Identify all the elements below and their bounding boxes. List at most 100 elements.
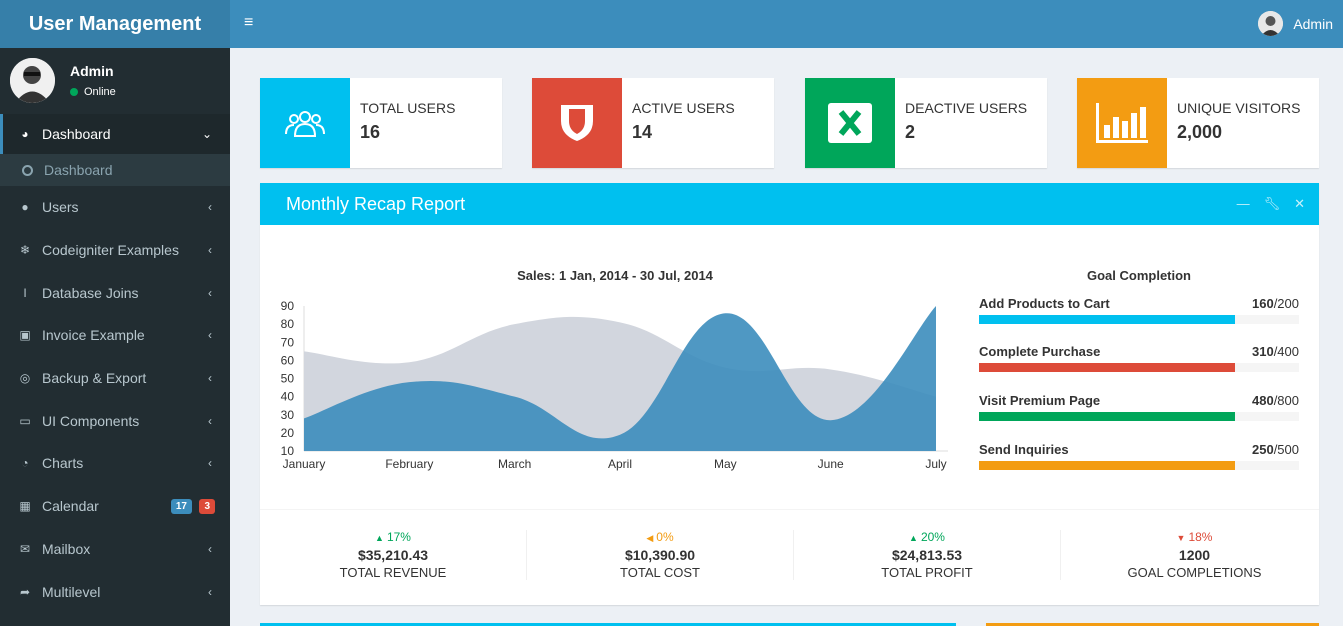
sidebar-user-name: Admin — [70, 63, 114, 79]
goal-total: /500 — [1273, 442, 1299, 457]
sidebar-item-label: Multilevel — [42, 583, 101, 600]
info-box-unique-visitors: UNIQUE VISITORS 2,000 — [1077, 78, 1319, 168]
user-icon: ● — [21, 200, 29, 215]
online-dot-icon — [70, 88, 78, 96]
y-tick-label: 70 — [281, 335, 295, 349]
box-tools: — 🔧︎ ✕ — [1237, 196, 1305, 212]
sidebar-item-codeigniter-examples[interactable]: ❄ Codeigniter Examples ‹ — [0, 229, 230, 272]
description-label: TOTAL PROFIT — [881, 565, 973, 580]
goal-count: 250 — [1251, 442, 1274, 457]
description-block: ▲ 20% $24,813.53 TOTAL PROFIT — [794, 530, 1061, 580]
user-panel: Admin Online — [0, 48, 230, 114]
wrench-icon[interactable]: 🔧︎ — [1264, 196, 1281, 212]
sidebar-item-dashboard[interactable]: ◕ Dashboard ⌄ — [0, 114, 230, 154]
pie-chart-icon: ◔ — [21, 456, 29, 471]
sidebar-item-backup-export[interactable]: ◎ Backup & Export ‹ — [0, 357, 230, 400]
trend-arrow-icon: ▼ — [1176, 533, 1186, 543]
submenu-label: Dashboard — [44, 162, 113, 178]
sidebar-item-label: Codeigniter Examples — [42, 242, 179, 259]
description-block: ◀ 0% $10,390.90 TOTAL COST — [527, 530, 794, 580]
sidebar-item-label: Database Joins — [42, 284, 139, 301]
y-tick-label: 90 — [281, 299, 295, 313]
info-box-label: DEACTIVE USERS — [905, 100, 1028, 116]
sidebar-item-invoice-example[interactable]: ▣ Invoice Example ‹ — [0, 314, 230, 357]
lifebuoy-icon: ◎ — [19, 371, 31, 386]
percentage-change: ▼ 18% — [1061, 530, 1328, 544]
sidebar-item-mailbox[interactable]: ✉ Mailbox ‹ — [0, 528, 230, 571]
submenu-item-dashboard[interactable]: Dashboard — [0, 154, 230, 186]
goal-value: 250/500 — [1252, 442, 1299, 457]
goal-item: Visit Premium Page 480/800 — [979, 393, 1299, 421]
chevron-down-icon: ⌄ — [201, 127, 212, 141]
chevron-left-icon: ‹ — [208, 285, 212, 300]
trend-arrow-icon: ◀ — [646, 533, 654, 543]
report-footer: ▲ 17% $35,210.43 TOTAL REVENUE ◀ 0% $10,390.90… — [260, 509, 1319, 605]
menu-toggle-icon[interactable]: ≡ — [244, 14, 253, 32]
trend-arrow-icon: ▲ — [909, 533, 918, 543]
info-box-number: 14 — [632, 122, 653, 142]
progress-bar — [979, 412, 1299, 421]
shield-icon — [532, 78, 622, 168]
close-icon[interactable]: ✕ — [1294, 196, 1305, 212]
chevron-left-icon: ‹ — [208, 243, 212, 258]
cursor-icon: I — [23, 285, 27, 300]
user-status: Online — [70, 86, 116, 98]
x-tick-label: January — [283, 457, 326, 471]
goal-count: 160 — [1251, 296, 1274, 311]
sidebar-item-users[interactable]: ● Users ‹ — [0, 186, 230, 229]
y-tick-label: 20 — [281, 426, 295, 440]
amount: $35,210.43 — [357, 547, 429, 563]
info-box-total-users: TOTAL USERS 16 — [260, 78, 502, 168]
chart-title: Sales: 1 Jan, 2014 - 30 Jul, 2014 — [517, 268, 713, 283]
chevron-left-icon: ‹ — [208, 584, 212, 599]
sidebar-item-charts[interactable]: ◔ Charts ‹ — [0, 442, 230, 485]
y-tick-label: 80 — [281, 317, 295, 331]
x-tick-label: March — [498, 457, 531, 471]
info-box-label: ACTIVE USERS — [632, 100, 735, 116]
percentage-change: ◀ 0% — [527, 530, 793, 544]
collapse-icon[interactable]: — — [1237, 196, 1250, 212]
sidebar-item-database-joins[interactable]: I Database Joins ‹ — [0, 271, 230, 314]
bar-chart-icon — [1077, 78, 1167, 168]
app-logo[interactable]: User Management — [0, 0, 230, 48]
goal-item: Send Inquiries 250/500 — [979, 442, 1299, 470]
sidebar-item-multilevel[interactable]: ➦ Multilevel ‹ — [0, 570, 230, 613]
sidebar-item-label: Dashboard — [42, 126, 111, 142]
progress-bar — [979, 315, 1299, 324]
x-tick-label: February — [385, 457, 433, 471]
goal-count: 480 — [1251, 393, 1274, 408]
monthly-recap-box: Monthly Recap Report — 🔧︎ ✕ Sales: 1 Jan… — [260, 183, 1319, 605]
percentage-change: ▲ 17% — [260, 530, 526, 544]
sidebar-item-label: Users — [42, 199, 79, 216]
percentage-value: 20% — [920, 530, 945, 544]
info-box-number: 16 — [360, 122, 381, 142]
sidebar-item-calendar[interactable]: ▦ Calendar 17 3 — [0, 485, 230, 528]
info-box-number: 2 — [905, 122, 916, 142]
description-block: ▲ 17% $35,210.43 TOTAL REVENUE — [260, 530, 527, 580]
info-box-number: 2,000 — [1177, 122, 1223, 142]
sidebar-item-label: Mailbox — [42, 540, 91, 557]
sidebar: Admin Online ◕ Dashboard ⌄ Dashboard ● Users ‹… — [0, 48, 230, 626]
count-badge: 17 — [170, 498, 192, 514]
y-tick-label: 50 — [281, 372, 295, 386]
avatar — [10, 58, 55, 103]
percentage-value: 0% — [656, 530, 674, 544]
description-label: GOAL COMPLETIONS — [1127, 565, 1262, 580]
percentage-value: 17% — [386, 530, 411, 544]
percentage-value: 18% — [1188, 530, 1213, 544]
goal-item: Complete Purchase 310/400 — [979, 344, 1299, 372]
sidebar-item-label: Invoice Example — [42, 327, 145, 344]
description-block: ▼ 18% 1200 GOAL COMPLETIONS — [1061, 530, 1328, 580]
info-box-label: TOTAL USERS — [360, 100, 456, 116]
sidebar-item-label: Backup & Export — [42, 370, 147, 387]
top-navbar: ≡ Admin — [230, 0, 1343, 48]
user-menu[interactable]: Admin — [1258, 11, 1333, 36]
description-label: TOTAL COST — [620, 565, 700, 580]
circle-icon — [22, 164, 33, 176]
money-icon: ▣ — [19, 328, 31, 343]
sidebar-item-ui-components[interactable]: ▭ UI Components ‹ — [0, 399, 230, 442]
x-tick-label: May — [714, 457, 737, 471]
users-icon — [260, 78, 350, 168]
goal-count: 310 — [1251, 344, 1274, 359]
y-tick-label: 30 — [281, 408, 295, 422]
